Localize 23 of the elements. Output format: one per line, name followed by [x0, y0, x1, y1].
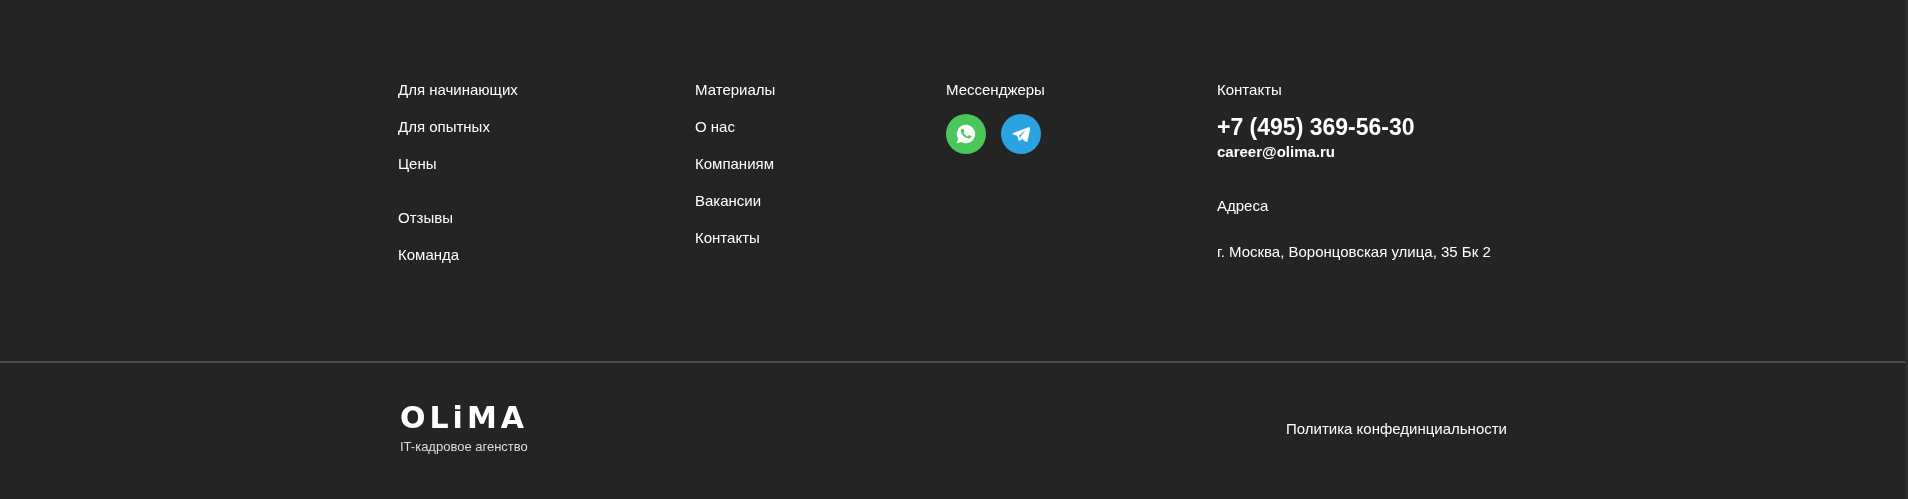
footer-link[interactable]: Для начинающих	[398, 80, 518, 100]
footer-link[interactable]: Компаниям	[695, 154, 774, 174]
privacy-policy-link[interactable]: Политика конфединциальности	[1286, 417, 1507, 441]
footer-link[interactable]: Отзывы	[398, 208, 453, 228]
footer-link[interactable]: Материалы	[695, 80, 776, 100]
address-heading: Адреса	[1217, 196, 1269, 216]
address-text: г. Москва, Воронцовская улица, 35 Бк 2	[1217, 242, 1491, 262]
paper-plane-icon	[1011, 124, 1031, 144]
chat-bubble-icon	[955, 123, 977, 145]
phone-link[interactable]: +7 (495) 369-56-30	[1217, 113, 1415, 141]
email-link[interactable]: career@olima.ru	[1217, 142, 1335, 162]
logo[interactable]: OLiMA	[400, 403, 528, 433]
footer-link[interactable]: Команда	[398, 245, 460, 265]
footer-link[interactable]: Контакты	[695, 228, 760, 248]
messenger-button[interactable]	[946, 114, 986, 154]
footer-link[interactable]: Цены	[398, 154, 437, 174]
footer-link[interactable]: Вакансии	[695, 191, 762, 211]
footer-link[interactable]: О нас	[695, 117, 735, 137]
column-heading: Мессенджеры	[946, 80, 1045, 100]
footer-link[interactable]: Для опытных	[398, 117, 490, 137]
tagline: IT-кадровое агенство	[400, 439, 528, 455]
messenger-button[interactable]	[1001, 114, 1041, 154]
column-heading: Контакты	[1217, 80, 1282, 100]
